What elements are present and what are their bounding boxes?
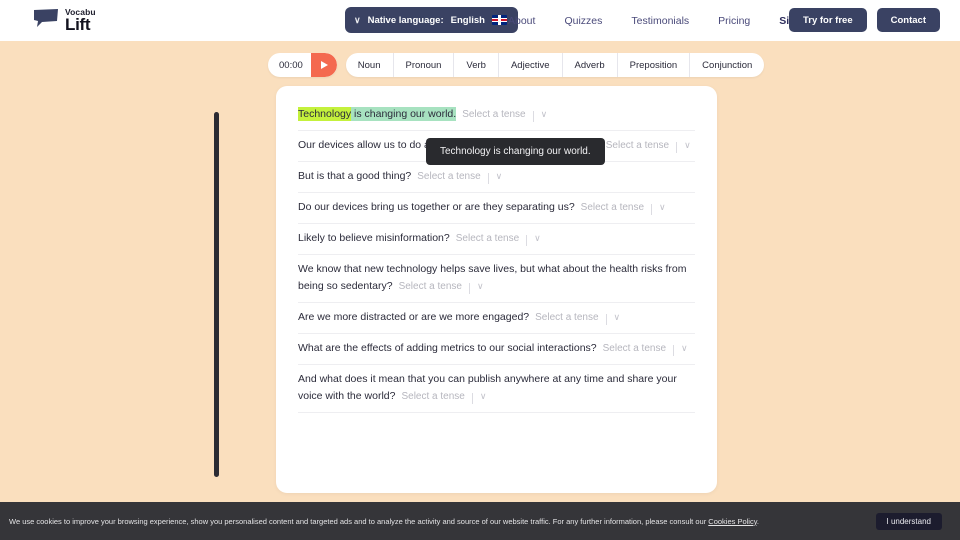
vertical-progress-bar[interactable] (214, 112, 219, 477)
tense-divider (676, 142, 678, 153)
try-for-free-button[interactable]: Try for free (788, 8, 867, 32)
chevron-down-icon: ∨ (613, 312, 621, 322)
tense-divider (468, 283, 470, 294)
nav-item-about[interactable]: About (508, 15, 535, 27)
tense-select[interactable]: Select a tense ∨ (535, 309, 620, 326)
tense-placeholder: Select a tense (455, 233, 520, 244)
sentence-row: Likely to believe misinformation? Select … (298, 224, 695, 255)
uk-flag-icon (491, 15, 507, 25)
tense-divider (532, 111, 534, 122)
sentence-row: But is that a good thing? Select a tense ∨ (298, 162, 695, 193)
cookies-policy-link[interactable]: Cookies Policy (708, 517, 757, 526)
highlighted-rest[interactable]: is changing our world. (351, 107, 457, 121)
sentence-text[interactable]: We know that new technology helps save l… (298, 263, 687, 292)
tense-placeholder: Select a tense (605, 140, 670, 151)
highlighted-word[interactable]: Technology (298, 107, 352, 121)
pos-button-adjective[interactable]: Adjective (499, 53, 563, 77)
chevron-down-icon: ∨ (476, 281, 484, 291)
native-language-selector[interactable]: ∨ Native language: English (345, 7, 518, 33)
sentence-text[interactable]: Do our devices bring us together or are … (298, 201, 575, 213)
cookie-text-before: We use cookies to improve your browsing … (9, 516, 709, 526)
main-nav: About Quizzes Testimonials Pricing Sign … (508, 0, 814, 41)
tense-divider (605, 314, 607, 325)
tense-divider (487, 173, 489, 184)
nav-item-quizzes[interactable]: Quizzes (564, 15, 602, 27)
sentence-text[interactable]: But is that a good thing? (298, 170, 411, 182)
tense-select[interactable]: Select a tense ∨ (399, 278, 484, 295)
tense-placeholder: Select a tense (462, 109, 526, 120)
chevron-down-icon: ∨ (354, 14, 361, 25)
tense-select[interactable]: Select a tense ∨ (603, 340, 688, 357)
native-language-value: English (450, 14, 485, 26)
speech-bubble-icon (33, 8, 59, 33)
sentence-row: We know that new technology helps save l… (298, 255, 695, 303)
chevron-down-icon: ∨ (534, 233, 541, 243)
logo-text: Vocabu Lift (65, 8, 96, 33)
nav-item-pricing[interactable]: Pricing (718, 15, 750, 27)
play-button[interactable] (310, 53, 337, 77)
tense-select[interactable]: Select a tense ∨ (606, 137, 691, 154)
pos-button-conjunction[interactable]: Conjunction (690, 53, 764, 77)
sentence-row: And what does it mean that you can publi… (298, 365, 695, 413)
tense-placeholder: Select a tense (417, 171, 481, 182)
play-icon (321, 61, 329, 69)
i-understand-button[interactable]: I understand (875, 512, 942, 530)
tense-placeholder: Select a tense (535, 312, 599, 323)
practice-toolbar: 00:00 Noun Pronoun Verb Adjective Adverb… (268, 53, 765, 77)
sentence-text[interactable]: Are we more distracted or are we more en… (298, 311, 529, 323)
cookie-banner: We use cookies to improve your browsing … (0, 502, 960, 540)
tense-placeholder: Select a tense (398, 281, 462, 292)
tense-select[interactable]: Select a tense ∨ (456, 230, 541, 247)
chevron-down-icon: ∨ (684, 140, 691, 150)
tense-select[interactable]: Select a tense ∨ (417, 168, 502, 185)
sentence-row: Are we more distracted or are we more en… (298, 303, 695, 334)
chevron-down-icon: ∨ (479, 391, 487, 401)
chevron-down-icon: ∨ (540, 109, 548, 119)
cookie-banner-text: We use cookies to improve your browsing … (9, 517, 876, 526)
pos-button-verb[interactable]: Verb (454, 53, 499, 77)
sentence-row: Technology is changing our world. Select … (298, 104, 695, 131)
tense-placeholder: Select a tense (602, 343, 666, 354)
tense-placeholder: Select a tense (580, 202, 645, 213)
sentence-text[interactable]: And what does it mean that you can publi… (298, 373, 677, 402)
sentence-tooltip: Technology is changing our world. (426, 138, 605, 165)
tense-select[interactable]: Select a tense ∨ (401, 388, 486, 405)
cookie-text-after: . (756, 516, 760, 526)
part-of-speech-group: Noun Pronoun Verb Adjective Adverb Prepo… (345, 53, 765, 77)
pos-button-adverb[interactable]: Adverb (563, 53, 618, 77)
logo-text-bottom: Lift (65, 14, 91, 34)
native-language-label: Native language: (367, 14, 444, 26)
tense-placeholder: Select a tense (401, 391, 465, 402)
sentence-row: Do our devices bring us together or are … (298, 193, 695, 224)
logo[interactable]: Vocabu Lift (33, 8, 96, 33)
sentence-text[interactable]: What are the effects of adding metrics t… (298, 342, 597, 354)
tense-divider (651, 204, 653, 215)
pos-button-pronoun[interactable]: Pronoun (394, 53, 455, 77)
contact-button[interactable]: Contact (876, 8, 940, 32)
tense-select[interactable]: Select a tense ∨ (462, 106, 547, 123)
timer-control: 00:00 (268, 53, 337, 77)
header-actions: Try for free Contact (788, 8, 940, 32)
tense-divider (526, 235, 528, 246)
chevron-down-icon: ∨ (659, 202, 666, 212)
tense-divider (673, 345, 674, 356)
tense-divider (471, 393, 473, 404)
sentence-text[interactable]: Technology is changing our world. (298, 107, 457, 121)
tense-select[interactable]: Select a tense ∨ (581, 199, 666, 216)
chevron-down-icon: ∨ (681, 343, 688, 353)
site-header: Vocabu Lift ∨ Native language: English A… (0, 0, 960, 41)
nav-item-testimonials[interactable]: Testimonials (631, 15, 689, 27)
timer-value: 00:00 (279, 59, 303, 71)
sentence-text[interactable]: Likely to believe misinformation? (298, 232, 450, 244)
chevron-down-icon: ∨ (495, 171, 503, 181)
pos-button-preposition[interactable]: Preposition (618, 53, 691, 77)
sentence-row: What are the effects of adding metrics t… (298, 334, 695, 365)
pos-button-noun[interactable]: Noun (346, 53, 394, 77)
